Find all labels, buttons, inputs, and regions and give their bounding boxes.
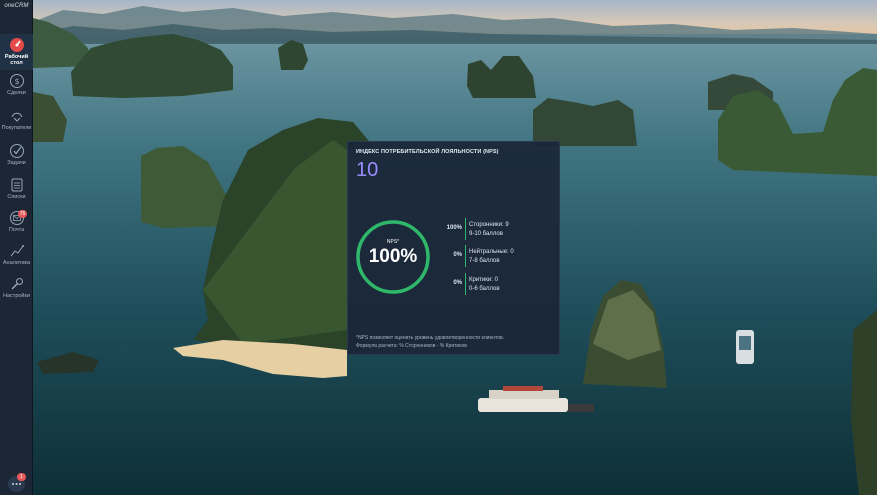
- row-divider: [465, 245, 466, 267]
- sidebar: oneCRM Рабочий стол $ Сделки Покупатели …: [0, 0, 33, 495]
- sidebar-item-label: Покупатели: [1, 125, 32, 131]
- row-percent: 100%: [446, 225, 462, 231]
- sidebar-item-label: Настройки: [3, 293, 30, 299]
- wrench-icon: [10, 278, 23, 290]
- nps-row-promoters: 100% Сторонники: 9 9-10 баллов: [348, 218, 561, 240]
- checkmark-icon: [9, 144, 24, 158]
- sidebar-item-deals[interactable]: $ Сделки: [0, 73, 33, 96]
- nps-row-detractors: 0% Критики: 0 0-6 баллов: [348, 273, 561, 295]
- row-name: Нейтральные: 0: [469, 249, 514, 255]
- app-logo: oneCRM: [4, 3, 29, 9]
- mail-count-badge: 76: [18, 210, 27, 218]
- footnote-line: Формула расчета: % Сторонников - % Крити…: [356, 343, 467, 349]
- footnote-line: *NPS позволяет оценить уровень удовлетво…: [356, 335, 505, 341]
- row-range: 0-6 баллов: [469, 286, 500, 292]
- dashboard-icon: [9, 38, 24, 52]
- sidebar-item-label: Задачи: [7, 160, 26, 166]
- sidebar-item-label: Сделки: [7, 90, 26, 96]
- row-name: Критики: 0: [469, 277, 498, 283]
- row-percent: 0%: [453, 252, 462, 258]
- nps-widget: Индекс потребительской лояльности (NPS) …: [347, 141, 560, 355]
- row-range: 7-8 баллов: [469, 258, 500, 264]
- nps-row-neutral: 0% Нейтральные: 0 7-8 баллов: [348, 245, 561, 267]
- sidebar-item-settings[interactable]: Настройки: [0, 276, 33, 299]
- row-range: 9-10 баллов: [469, 231, 503, 237]
- sidebar-item-label: Списки: [7, 194, 26, 200]
- list-icon: [11, 178, 22, 192]
- sidebar-item-label: Аналитика: [2, 260, 31, 266]
- row-divider: [465, 273, 466, 295]
- sidebar-item-mail[interactable]: Почта 76: [0, 210, 33, 233]
- nps-score: 10: [356, 159, 379, 181]
- nps-title: Индекс потребительской лояльности (NPS): [356, 149, 499, 155]
- handshake-icon: [11, 112, 22, 122]
- row-divider: [465, 218, 466, 240]
- row-percent: 0%: [453, 280, 462, 286]
- sidebar-item-customers[interactable]: Покупатели: [0, 108, 33, 131]
- row-name: Сторонники: 9: [469, 222, 509, 228]
- sidebar-item-dashboard[interactable]: Рабочий стол: [0, 34, 33, 70]
- dollar-icon: $: [9, 74, 24, 88]
- sidebar-item-label: Почта: [8, 227, 25, 233]
- sidebar-item-analytics[interactable]: Аналитика: [0, 243, 33, 266]
- sidebar-item-lists[interactable]: Списки: [0, 177, 33, 200]
- sidebar-item-tasks[interactable]: Задачи: [0, 143, 33, 166]
- sidebar-item-label: Рабочий стол: [4, 54, 29, 66]
- chat-button[interactable]: 1: [8, 473, 26, 492]
- analytics-icon: [10, 245, 24, 257]
- nps-footnote: *NPS позволяет оценить уровень удовлетво…: [356, 334, 504, 350]
- svg-text:$: $: [14, 77, 19, 86]
- chat-badge: 1: [17, 473, 26, 481]
